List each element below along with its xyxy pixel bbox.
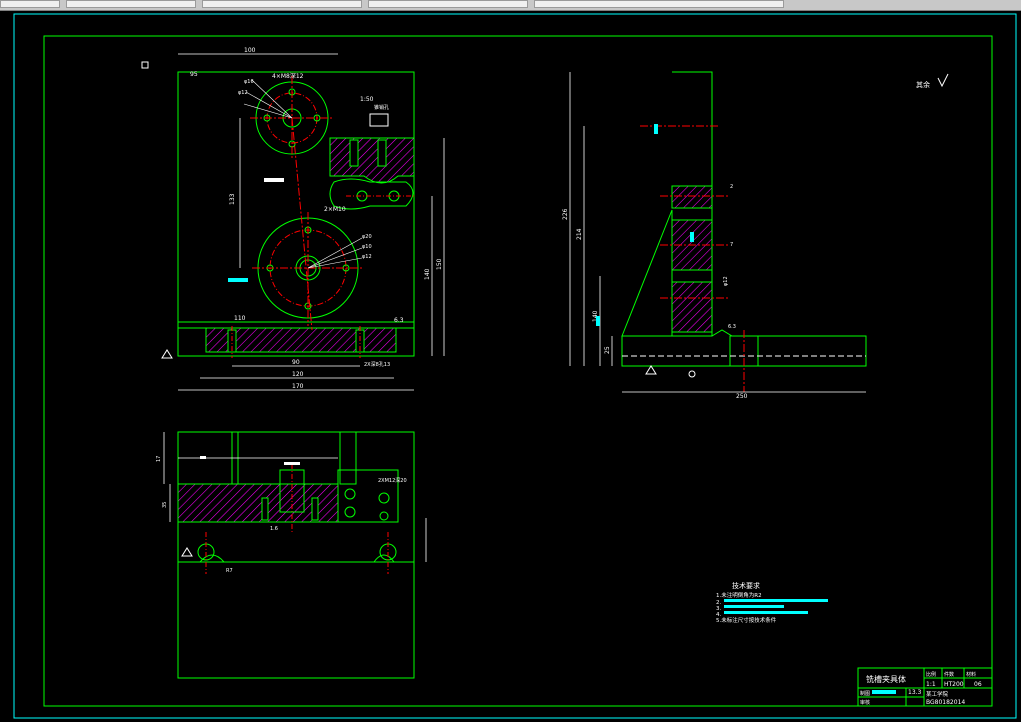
side-hatch-3 <box>671 281 713 333</box>
roughness-note: 其余 <box>916 80 930 89</box>
note-text: 锥销孔 <box>374 104 389 111</box>
dim-text: 226 <box>562 208 569 220</box>
cad-drawing-canvas[interactable]: 100 95 133 170 120 90 110 60 150 140 4×M… <box>0 10 1021 722</box>
highlight-label <box>264 178 284 182</box>
dim-text: 95 <box>190 71 198 78</box>
note-text: 2×M10 <box>324 206 346 213</box>
side-view: 226 214 140 25 250 2 7 φ12 6.3 其余 <box>562 71 949 400</box>
scale-value: 1:1 <box>926 681 936 688</box>
check-label: 审核 <box>860 699 870 706</box>
roughness-symbol-icon <box>937 73 949 88</box>
sheet-inner-border <box>43 35 993 707</box>
drawing-code: BG80182014 <box>926 699 965 706</box>
dim-text: 140 <box>424 268 431 280</box>
dim-text: φ12 <box>362 254 372 260</box>
cursor-marker <box>141 61 149 69</box>
highlight-label <box>200 456 206 459</box>
highlight-label <box>228 278 248 282</box>
front-view: 100 95 133 170 120 90 110 60 150 140 4×M… <box>161 47 445 391</box>
dim-text: φ12 <box>723 276 729 286</box>
datum-triangle <box>645 365 657 375</box>
highlight-label <box>690 232 694 242</box>
requirements-title: 技术要求 <box>732 581 760 590</box>
toolbar-tab[interactable] <box>534 0 784 8</box>
datum-triangle <box>181 547 193 557</box>
dim-text: 17 <box>156 456 162 462</box>
technical-requirements: 技术要求 1.未注明倒角为R2 2. 3. 4. 5.未标注尺寸按技术条件 <box>716 581 828 624</box>
highlight-label <box>284 462 300 465</box>
weight-value: 13.3 <box>908 689 922 696</box>
requirement-line: 5.未标注尺寸按技术条件 <box>716 616 777 624</box>
note-text: 1:50 <box>360 96 374 103</box>
drawn-label: 制图 <box>860 690 870 697</box>
toolbar-tab[interactable] <box>66 0 196 8</box>
requirement-highlight <box>724 605 784 608</box>
side-profile <box>621 71 867 367</box>
datum-symbol <box>369 113 389 127</box>
school-name: 某工学院 <box>926 690 949 698</box>
roughness-text: 6.3 <box>394 317 404 324</box>
note-text: 2X深8孔13 <box>364 361 390 368</box>
roughness-text: 6.3 <box>728 324 736 330</box>
title-block: 铣槽夹具体 比例 件数 材料 1:1 HT200 06 13.3 制图 审核 某… <box>857 667 993 707</box>
highlight-label <box>872 690 896 694</box>
part-name: 铣槽夹具体 <box>866 674 906 684</box>
highlight-label <box>654 124 658 134</box>
toolbar-tab[interactable] <box>0 0 60 8</box>
material-value: HT200 <box>944 681 964 688</box>
dim-text: 214 <box>576 228 583 240</box>
material-label: 材料 <box>966 671 976 678</box>
clamp-block <box>329 137 415 184</box>
dim-text: 250 <box>736 393 748 400</box>
dim-text: φ16 <box>244 79 254 85</box>
dim-text: 110 <box>234 315 246 322</box>
dim-text: φ12 <box>238 90 248 96</box>
dim-text: 7 <box>730 242 733 248</box>
top-lower-plate <box>177 561 415 679</box>
requirement-highlight <box>724 611 808 614</box>
dim-text: 120 <box>292 371 304 378</box>
requirement-line: 1.未注明倒角为R2 <box>716 591 762 599</box>
note-text: 2XM12深20 <box>378 477 407 484</box>
dim-text: 35 <box>162 502 168 508</box>
dim-text: 100 <box>244 47 256 54</box>
datum-circle <box>688 370 696 378</box>
dim-text: φ20 <box>362 234 372 240</box>
note-text: 4×M8深12 <box>272 72 304 80</box>
datum-triangle <box>161 349 173 359</box>
highlight-label <box>596 316 600 326</box>
dim-text: 1.6 <box>270 526 278 532</box>
drawing-number: 06 <box>974 681 982 688</box>
dim-text: 150 <box>436 258 443 270</box>
dim-text: 25 <box>604 346 611 354</box>
dim-text: φ10 <box>362 244 372 250</box>
dim-text: 2 <box>730 184 733 190</box>
requirement-highlight <box>724 599 828 602</box>
dim-text: 170 <box>292 383 304 390</box>
dim-text: 133 <box>229 193 236 205</box>
scale-label: 比例 <box>926 671 936 678</box>
dim-text: R7 <box>226 568 233 574</box>
toolbar-tab[interactable] <box>202 0 362 8</box>
side-hatch-1 <box>671 185 713 209</box>
rib <box>621 209 673 337</box>
qty-label: 件数 <box>944 671 954 678</box>
toolbar-tab[interactable] <box>368 0 528 8</box>
top-view: 17 35 2XM12深20 1.6 R7 <box>156 431 427 679</box>
